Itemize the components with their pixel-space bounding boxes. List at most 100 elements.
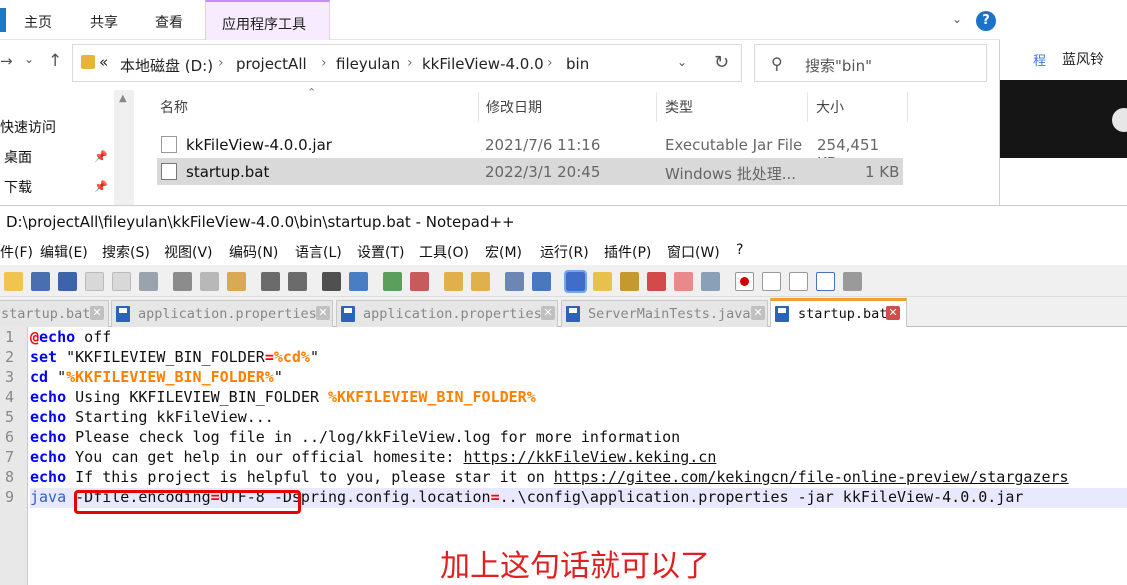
column-divider[interactable] <box>656 92 657 122</box>
tab-startup-bat[interactable]: startup.bat ✕ <box>0 300 109 327</box>
menu-view[interactable]: 视图(V) <box>164 242 213 262</box>
file-row[interactable]: kkFileView-4.0.0.jar 2021/7/6 11:16 Exec… <box>157 131 903 172</box>
breadcrumb-drive[interactable]: 本地磁盘 (D:) <box>120 55 213 76</box>
tab-application-properties[interactable]: application.properties ✕ <box>111 300 333 327</box>
breadcrumb-overflow[interactable]: « <box>99 53 108 71</box>
file-tab-edge[interactable] <box>0 8 6 32</box>
find-icon[interactable] <box>322 272 341 291</box>
print-icon[interactable] <box>139 272 158 291</box>
column-name[interactable]: 名称 <box>160 97 188 117</box>
menu-plugins[interactable]: 插件(P) <box>604 242 651 262</box>
save-icon[interactable] <box>31 272 50 291</box>
menu-tools[interactable]: 工具(O) <box>419 242 469 262</box>
close-all-icon[interactable] <box>112 272 131 291</box>
menu-window[interactable]: 窗口(W) <box>667 242 720 262</box>
breadcrumb-sep-icon[interactable]: › <box>547 55 553 71</box>
monitoring-icon[interactable] <box>701 272 720 291</box>
menu-language[interactable]: 语言(L) <box>295 242 342 262</box>
copy-icon[interactable] <box>200 272 219 291</box>
tab-view[interactable]: 查看 <box>155 12 183 32</box>
menu-file[interactable]: 件(F) <box>0 242 33 262</box>
column-date[interactable]: 修改日期 <box>486 97 542 117</box>
breadcrumb-sep-icon[interactable]: › <box>321 55 327 71</box>
tab-share[interactable]: 共享 <box>90 12 118 32</box>
column-divider[interactable] <box>807 92 808 122</box>
up-arrow-icon[interactable]: ↑ <box>48 51 62 71</box>
menu-macro[interactable]: 宏(M) <box>485 242 522 262</box>
menu-settings[interactable]: 设置(T) <box>357 242 404 262</box>
close-tab-icon[interactable]: ✕ <box>541 306 555 320</box>
play-macro-icon[interactable] <box>789 272 808 291</box>
tab-home[interactable]: 主页 <box>24 12 52 32</box>
side-panel-tag[interactable]: 程 <box>1033 50 1046 69</box>
column-divider[interactable] <box>478 92 479 122</box>
record-macro-icon[interactable] <box>735 272 754 291</box>
open-file-icon[interactable] <box>4 272 23 291</box>
save-macro-icon[interactable] <box>843 272 862 291</box>
function-list-icon[interactable] <box>647 272 666 291</box>
file-row-selected[interactable]: startup.bat 2022/3/1 20:45 Windows 批处理..… <box>157 158 903 185</box>
tab-servermaintests[interactable]: ServerMainTests.java ✕ <box>561 300 768 327</box>
notepad-titlebar: D:\projectAll\fileyulan\kkFileView-4.0.0… <box>0 205 1127 237</box>
folder-workspace-icon[interactable] <box>674 272 693 291</box>
tab-app-tools[interactable]: 应用程序工具 <box>205 0 330 40</box>
close-file-icon[interactable] <box>85 272 104 291</box>
play-multiple-icon[interactable] <box>816 272 835 291</box>
breadcrumb-sep-icon[interactable]: › <box>407 55 413 71</box>
breadcrumb-projectall[interactable]: projectAll <box>236 55 307 73</box>
column-divider[interactable] <box>907 92 908 122</box>
stop-macro-icon[interactable] <box>762 272 781 291</box>
recent-dropdown-icon[interactable]: ⌄ <box>24 52 34 66</box>
paste-icon[interactable] <box>227 272 246 291</box>
code-token: You can get help in our official homesit… <box>66 448 464 466</box>
scroll-up-icon[interactable]: ▲ <box>119 93 127 104</box>
menu-encoding[interactable]: 编码(N) <box>229 242 278 262</box>
cut-icon[interactable] <box>173 272 192 291</box>
close-tab-icon[interactable]: ✕ <box>886 306 900 320</box>
menu-run[interactable]: 运行(R) <box>540 242 589 262</box>
breadcrumb-sep-icon[interactable]: › <box>218 55 224 71</box>
search-box[interactable]: ⚲ 搜索"bin" <box>754 44 987 82</box>
replace-icon[interactable] <box>349 272 368 291</box>
close-tab-icon[interactable]: ✕ <box>316 306 330 320</box>
forward-arrow-icon[interactable]: → <box>0 52 13 70</box>
indent-guide-icon[interactable] <box>564 270 587 293</box>
zoom-out-icon[interactable] <box>410 272 429 291</box>
menu-edit[interactable]: 编辑(E) <box>40 242 88 262</box>
sync-vertical-icon[interactable] <box>444 272 463 291</box>
file-type: Windows 批处理... <box>665 165 797 183</box>
breadcrumb-kkfileview[interactable]: kkFileView-4.0.0 <box>422 55 544 73</box>
udl-icon[interactable] <box>593 272 612 291</box>
help-icon[interactable]: ? <box>976 11 996 31</box>
save-all-icon[interactable] <box>58 272 77 291</box>
redo-icon[interactable] <box>288 272 307 291</box>
zoom-in-icon[interactable] <box>383 272 402 291</box>
show-all-chars-icon[interactable] <box>532 272 551 291</box>
menu-help[interactable]: ? <box>736 242 743 258</box>
nav-quick-access[interactable]: 快速访问 <box>0 117 56 137</box>
tab-startup-bat-active[interactable]: startup.bat ✕ <box>770 298 907 327</box>
column-size[interactable]: 大小 <box>816 97 844 117</box>
address-dropdown-icon[interactable]: ⌄ <box>677 55 687 69</box>
word-wrap-icon[interactable] <box>505 272 524 291</box>
breadcrumb-bin[interactable]: bin <box>566 55 589 73</box>
code-line: echo If this project is helpful to you, … <box>30 468 1069 488</box>
code-url[interactable]: https://gitee.com/kekingcn/file-online-p… <box>554 468 1069 486</box>
column-type[interactable]: 类型 <box>665 97 693 117</box>
side-panel-name[interactable]: 蓝风铃 <box>1062 49 1104 69</box>
close-tab-icon[interactable]: ✕ <box>90 306 104 320</box>
tab-application-properties-2[interactable]: application.properties ✕ <box>336 300 558 327</box>
close-tab-icon[interactable]: ✕ <box>751 306 765 320</box>
chevron-down-icon[interactable]: ⌄ <box>952 12 962 26</box>
doc-map-icon[interactable] <box>620 272 639 291</box>
breadcrumb-fileyulan[interactable]: fileyulan <box>336 55 400 73</box>
menu-search[interactable]: 搜索(S) <box>102 242 150 262</box>
code-url[interactable]: https://kkFileView.keking.cn <box>463 448 716 466</box>
sync-horizontal-icon[interactable] <box>471 272 490 291</box>
nav-downloads[interactable]: 下载 <box>4 177 32 197</box>
undo-icon[interactable] <box>261 272 280 291</box>
code-token: @ <box>30 328 40 346</box>
nav-desktop[interactable]: 桌面 <box>4 147 32 167</box>
address-bar[interactable]: « 本地磁盘 (D:) › projectAll › fileyulan › k… <box>72 44 742 82</box>
nav-scrollbar[interactable]: ▲ <box>114 90 134 205</box>
